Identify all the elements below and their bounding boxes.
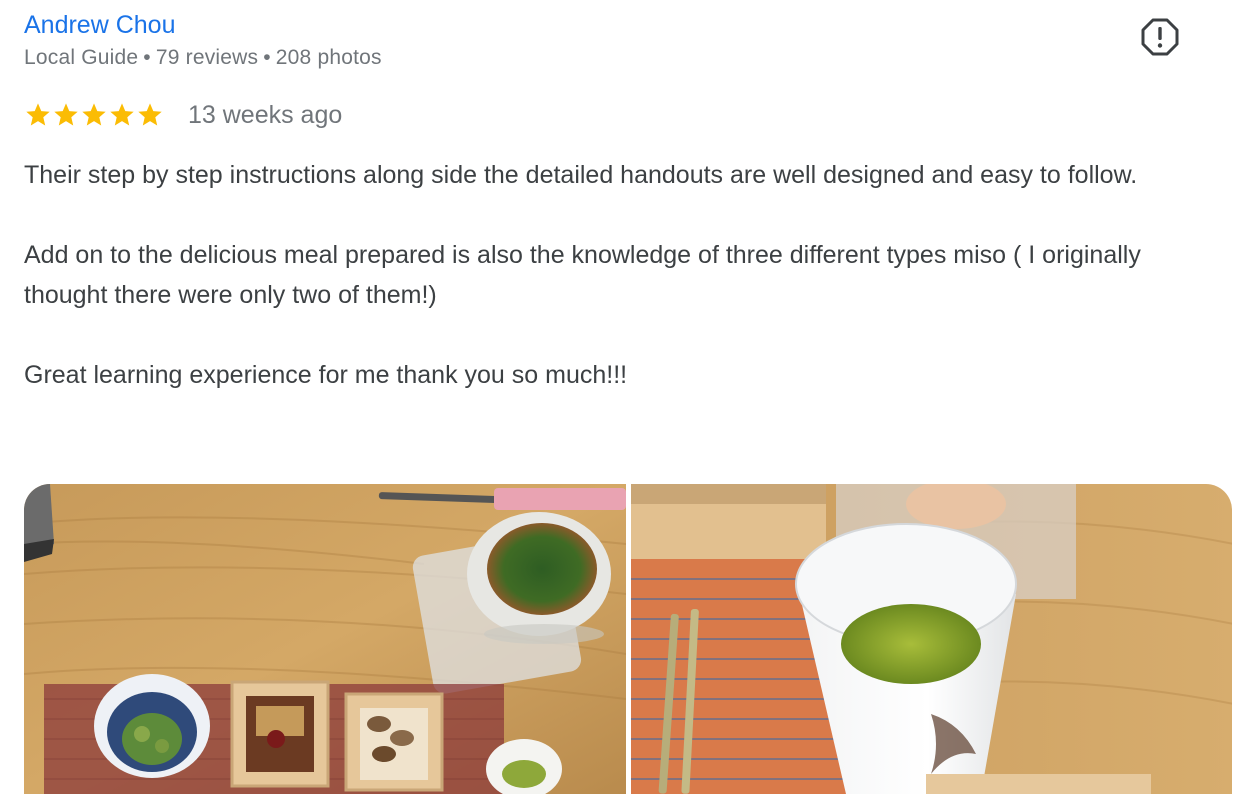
review-photo-meal[interactable]	[24, 484, 626, 794]
tea-photo-image	[630, 484, 1232, 794]
report-flag-icon	[1141, 18, 1179, 56]
author-name-link[interactable]: Andrew Chou	[24, 8, 175, 42]
star-icon	[110, 103, 134, 126]
review-paragraph: Their step by step instructions along si…	[24, 161, 1138, 189]
rating-row: 13 weeks ago	[24, 97, 1224, 133]
meal-photo-image	[24, 484, 626, 794]
star-rating	[24, 101, 164, 129]
author-meta: Local Guide • 79 reviews • 208 photos	[24, 44, 1224, 72]
review-count: 79 reviews	[155, 46, 259, 69]
star-icon	[82, 103, 106, 126]
star-icon	[138, 103, 162, 126]
review-paragraph: Great learning experience for me thank y…	[24, 361, 628, 389]
review-paragraph: Add on to the delicious meal prepared is…	[24, 241, 1141, 309]
review-date: 13 weeks ago	[188, 101, 343, 129]
local-guide-label: Local Guide	[24, 46, 139, 69]
review-photo-tea[interactable]	[630, 484, 1232, 794]
meta-separator: •	[143, 46, 151, 69]
meta-separator: •	[263, 46, 271, 69]
star-icon	[26, 103, 50, 126]
report-review-button[interactable]	[1140, 17, 1180, 57]
photo-count: 208 photos	[275, 46, 382, 69]
review-text: Their step by step instructions along si…	[24, 155, 1224, 395]
star-icon	[54, 103, 78, 126]
review-photos	[24, 484, 1232, 794]
review-card: Andrew Chou Local Guide • 79 reviews • 208 p…	[24, 8, 1224, 395]
